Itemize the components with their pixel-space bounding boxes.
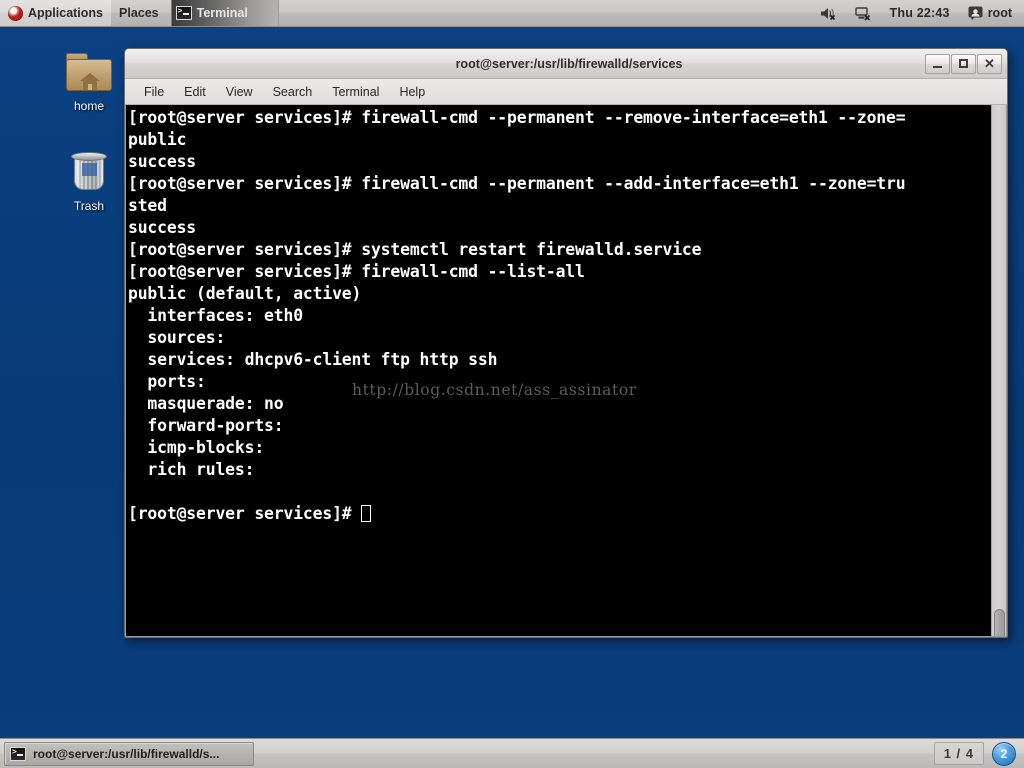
terminal-window[interactable]: root@server:/usr/lib/firewalld/services …	[124, 48, 1008, 638]
menu-file[interactable]: File	[135, 82, 173, 102]
user-menu[interactable]: root	[964, 0, 1016, 27]
watermark-text: http://blog.csdn.net/ass_assinator	[352, 381, 637, 399]
system-tray: Thu 22:43 root	[816, 0, 1024, 26]
terminal-icon	[10, 746, 26, 761]
desktop-icon-trash[interactable]: Trash	[50, 148, 128, 213]
applications-menu-label: Applications	[28, 6, 104, 20]
terminal-area[interactable]: [root@server services]# firewall-cmd --p…	[125, 105, 1007, 637]
menu-terminal[interactable]: Terminal	[323, 82, 388, 102]
window-controls: ✕	[925, 53, 1007, 74]
desktop-icon-home-label: home	[73, 99, 105, 113]
trash-icon	[50, 148, 128, 196]
menubar: File Edit View Search Terminal Help	[125, 79, 1007, 105]
close-button[interactable]: ✕	[977, 53, 1002, 74]
network-button[interactable]	[851, 0, 876, 27]
minimize-icon	[933, 65, 942, 68]
fedora-logo-icon	[8, 5, 23, 21]
panel-window-list: Terminal	[170, 0, 279, 26]
bottom-panel: root@server:/usr/lib/firewalld/s... 1 / …	[0, 738, 1024, 768]
minimize-button[interactable]	[925, 53, 950, 74]
notification-badge[interactable]: 2	[992, 741, 1016, 766]
window-titlebar[interactable]: root@server:/usr/lib/firewalld/services …	[125, 49, 1007, 79]
terminal-output: [root@server services]# firewall-cmd --p…	[128, 108, 906, 523]
clock-label: Thu 22:43	[889, 6, 950, 20]
user-icon	[968, 6, 983, 20]
places-menu[interactable]: Places	[111, 0, 167, 26]
taskbar: root@server:/usr/lib/firewalld/s...	[0, 741, 254, 766]
window-title: root@server:/usr/lib/firewalld/services	[455, 56, 683, 71]
user-name-label: root	[987, 6, 1012, 20]
panel-window-button-terminal[interactable]: Terminal	[170, 0, 279, 26]
workspace-switcher[interactable]: 1 / 4	[933, 742, 984, 765]
terminal-scrollbar-thumb[interactable]	[994, 609, 1005, 636]
clock[interactable]: Thu 22:43	[886, 0, 954, 27]
menu-search[interactable]: Search	[264, 82, 322, 102]
desktop-icon-trash-label: Trash	[73, 199, 105, 213]
menu-help[interactable]: Help	[390, 82, 434, 102]
close-icon: ✕	[984, 56, 995, 71]
home-folder-icon	[50, 48, 128, 96]
terminal-icon	[175, 5, 192, 20]
terminal-cursor	[361, 505, 372, 522]
desktop[interactable]: Applications Places Terminal	[0, 0, 1024, 768]
terminal-scrollbar[interactable]	[991, 105, 1006, 636]
volume-muted-icon	[820, 6, 837, 21]
workspace-area: 1 / 4 2	[933, 741, 1024, 766]
panel-spacer	[279, 0, 816, 26]
taskbar-item-terminal[interactable]: root@server:/usr/lib/firewalld/s...	[4, 741, 254, 766]
places-menu-label: Places	[119, 6, 159, 20]
menu-edit[interactable]: Edit	[175, 82, 215, 102]
taskbar-item-label: root@server:/usr/lib/firewalld/s...	[33, 746, 220, 761]
top-panel: Applications Places Terminal	[0, 0, 1024, 27]
maximize-icon	[959, 59, 968, 68]
panel-window-button-label: Terminal	[196, 6, 248, 20]
menu-view[interactable]: View	[217, 82, 262, 102]
terminal-screen[interactable]: [root@server services]# firewall-cmd --p…	[126, 105, 991, 636]
network-disconnected-icon	[854, 6, 872, 21]
applications-menu[interactable]: Applications	[0, 0, 112, 26]
maximize-button[interactable]	[951, 53, 976, 74]
volume-muted-button[interactable]	[816, 0, 841, 27]
desktop-icon-home[interactable]: home	[50, 48, 128, 113]
